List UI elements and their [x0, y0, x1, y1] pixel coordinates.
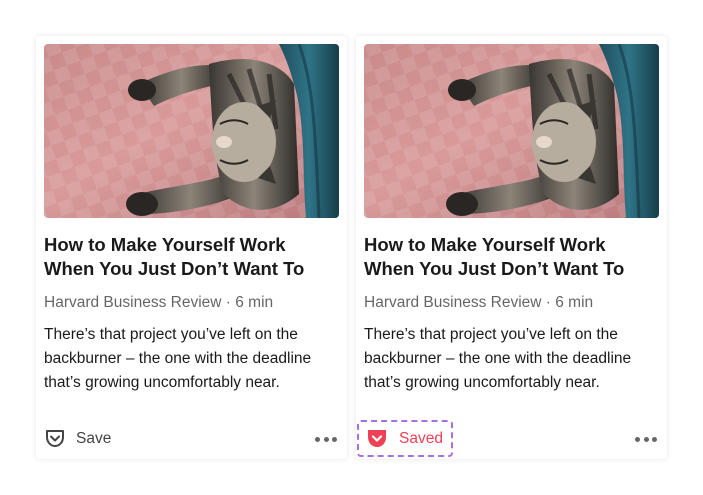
cat-photo-icon [364, 44, 659, 218]
article-card[interactable]: How to Make Yourself Work When You Just … [36, 36, 347, 459]
saved-button[interactable]: Saved [357, 420, 453, 457]
article-thumbnail[interactable] [364, 44, 659, 218]
article-title-line-2: When You Just Don’t Want To [364, 258, 625, 279]
more-options-button[interactable] [635, 434, 657, 444]
meta-separator: · [541, 294, 556, 311]
publisher-name: Harvard Business Review [364, 294, 542, 311]
more-dot-icon [323, 436, 329, 442]
save-button[interactable]: Save [44, 428, 111, 450]
saved-label: Saved [399, 429, 443, 447]
more-dot-icon [652, 436, 657, 442]
article-title-line-2: When You Just Don’t Want To [44, 258, 305, 279]
pocket-filled-icon [368, 429, 386, 447]
read-time: 6 min [555, 294, 594, 311]
article-title-line-1: How to Make Yourself Work [44, 234, 286, 255]
read-time: 6 min [235, 294, 274, 311]
article-excerpt: There’s that project you’ve left on the … [364, 326, 632, 391]
publisher-name: Harvard Business Review [44, 294, 222, 311]
more-options-button[interactable] [315, 434, 337, 444]
more-dot-icon [315, 436, 320, 442]
save-label: Save [76, 430, 112, 447]
article-title[interactable]: How to Make Yourself Work When You Just … [44, 233, 340, 281]
article-thumbnail[interactable] [44, 44, 339, 218]
article-excerpt: There’s that project you’ve left on the … [44, 326, 312, 391]
article-meta: Harvard Business Review · 6 min [364, 293, 660, 313]
more-dot-icon [635, 436, 640, 442]
article-meta: Harvard Business Review · 6 min [44, 293, 340, 313]
article-title[interactable]: How to Make Yourself Work When You Just … [364, 233, 660, 281]
meta-separator: · [221, 294, 236, 311]
more-dot-icon [643, 436, 649, 442]
article-title-line-1: How to Make Yourself Work [364, 234, 606, 255]
more-dot-icon [332, 436, 337, 442]
article-card[interactable]: How to Make Yourself Work When You Just … [356, 36, 667, 459]
pocket-outline-icon [46, 430, 64, 447]
cat-photo-icon [44, 44, 339, 218]
